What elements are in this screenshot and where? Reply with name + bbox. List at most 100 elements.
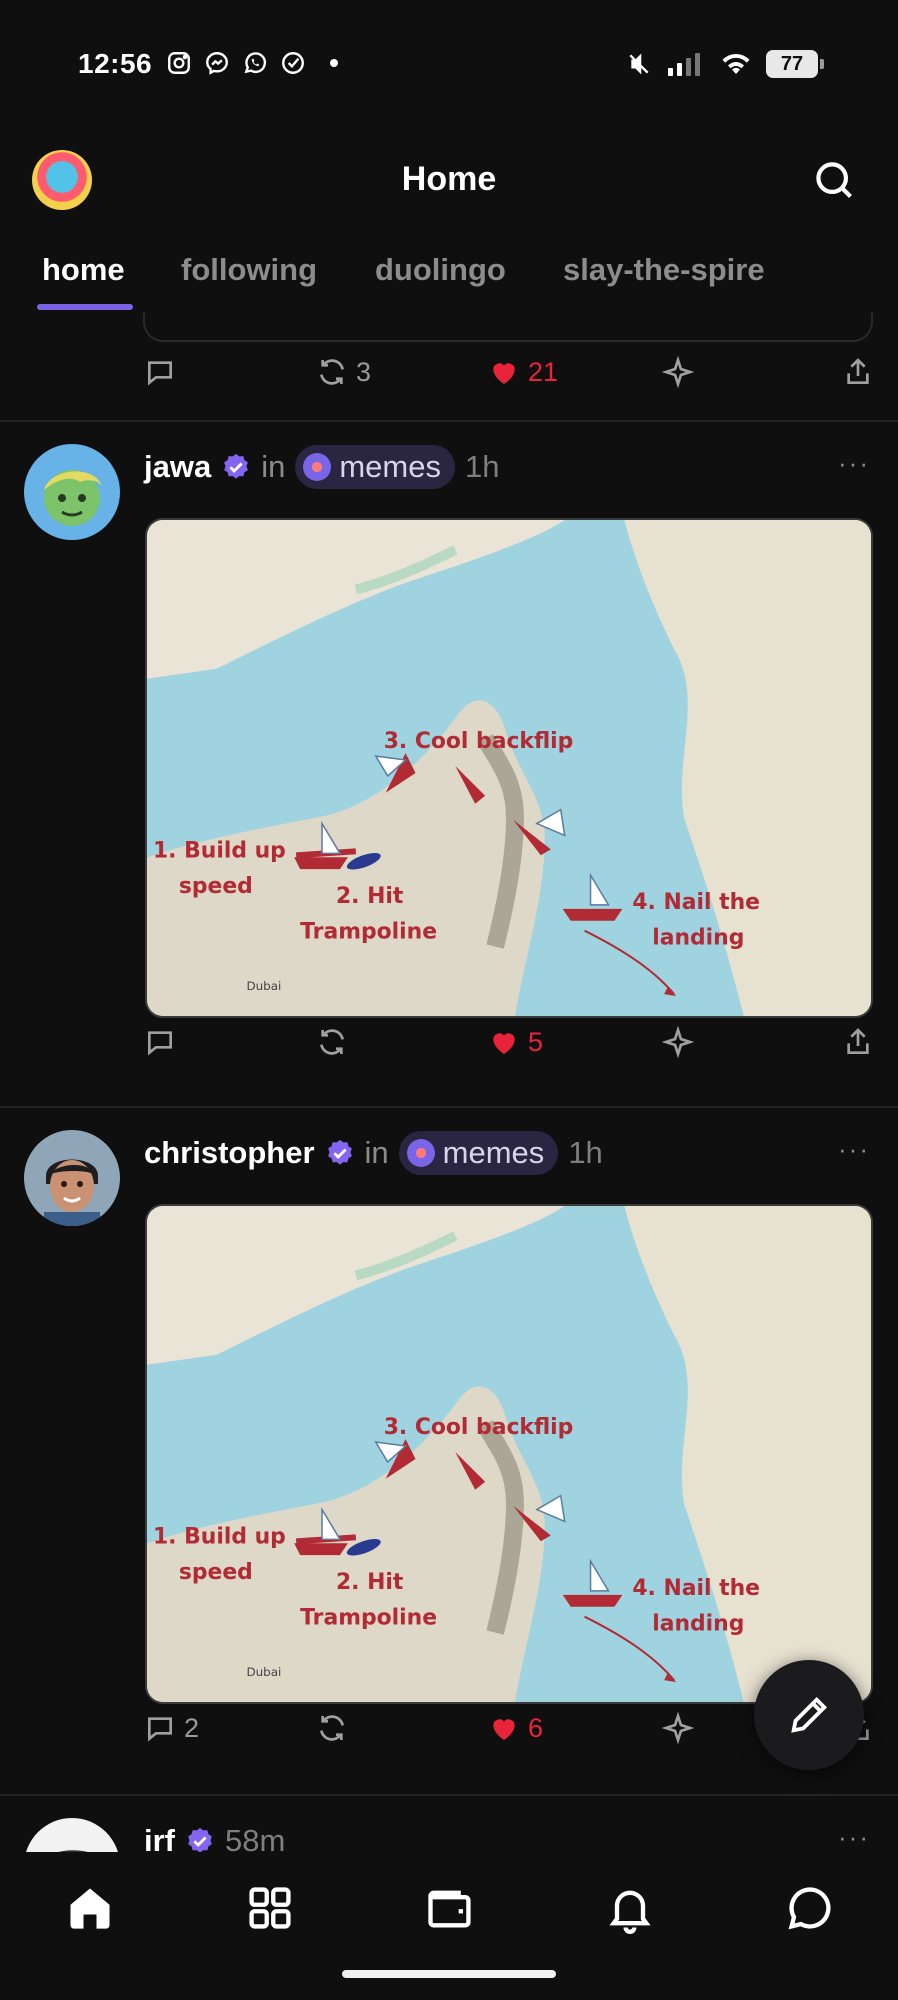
like-button[interactable]: 6: [488, 1712, 543, 1744]
ufo-icon: [406, 1139, 435, 1167]
post-time: 58m: [225, 1823, 286, 1852]
post-image[interactable]: 3. Cool backflip 1. Build up speed 2. Hi…: [145, 518, 873, 1018]
step4-label-a: 4. Nail the: [632, 890, 760, 915]
username[interactable]: irf: [144, 1823, 175, 1852]
avatar[interactable]: [24, 1818, 120, 1852]
comment-button[interactable]: [144, 1026, 184, 1058]
community-chip[interactable]: memes: [295, 445, 455, 489]
community-name: memes: [442, 1135, 545, 1170]
step2-label-b: Trampoline: [300, 920, 437, 945]
status-time: 12:56: [78, 48, 153, 79]
post[interactable]: jawa in memes 1h ··· 3. Cool backflip 1.…: [0, 422, 898, 1018]
post-time: 1h: [465, 449, 500, 484]
step4-label-b: landing: [652, 1612, 744, 1637]
post[interactable]: irf 58m ···: [0, 1796, 898, 1852]
home-indicator: [342, 1970, 556, 1978]
post-meta: irf 58m: [144, 1818, 285, 1852]
step1-label-b: speed: [179, 874, 253, 899]
wallet-icon[interactable]: [424, 1882, 476, 1934]
avatar[interactable]: [24, 1130, 120, 1226]
map-meme-image: 3. Cool backflip 1. Build up speed 2. Hi…: [147, 1206, 871, 1702]
tab-duolingo[interactable]: duolingo: [375, 240, 506, 300]
ufo-icon: [303, 453, 332, 481]
step2-label-a: 2. Hit: [336, 884, 403, 909]
verified-badge-icon: [188, 1827, 212, 1852]
step3-label: 3. Cool backflip: [384, 729, 574, 754]
like-button[interactable]: 5: [488, 1026, 543, 1058]
bookmark-button[interactable]: [662, 1712, 694, 1744]
bookmark-button[interactable]: [662, 1026, 694, 1058]
avatar[interactable]: [24, 444, 120, 540]
share-icon: [847, 358, 869, 384]
tab-home[interactable]: home: [42, 240, 125, 300]
step4-label-b: landing: [652, 926, 744, 951]
pencil-icon: [791, 1696, 828, 1733]
feed[interactable]: 3 21 jawa in memes 1h ··· 3. Cool backfl…: [0, 312, 898, 1852]
compose-button[interactable]: [754, 1660, 864, 1770]
username[interactable]: jawa: [144, 449, 211, 485]
step2-label-a: 2. Hit: [336, 1570, 403, 1595]
apps-grid-icon[interactable]: [244, 1882, 296, 1934]
verified-badge-icon: [224, 453, 249, 479]
community-chip[interactable]: memes: [398, 1131, 559, 1175]
more-notifications-dot: [330, 59, 338, 67]
share-button[interactable]: [842, 1026, 874, 1058]
in-label: in: [261, 449, 286, 484]
step2-label-b: Trampoline: [300, 1606, 437, 1631]
comment-button[interactable]: [144, 356, 176, 388]
comment-icon: [148, 1717, 172, 1742]
map-place-label: Dubai: [246, 979, 281, 993]
tab-following[interactable]: following: [181, 240, 317, 300]
embedded-card-edge: [143, 312, 873, 342]
chat-icon[interactable]: [784, 1882, 836, 1934]
whatsapp-icon: [244, 52, 267, 74]
heart-icon: [493, 1033, 515, 1054]
recast-button[interactable]: [316, 1026, 348, 1058]
like-count: 6: [528, 1712, 544, 1743]
bottom-nav: [0, 1852, 898, 2000]
bookmark-button[interactable]: [662, 356, 694, 388]
post-actions: 5: [0, 1026, 898, 1086]
sparkle-icon: [662, 1712, 694, 1744]
post-meta: christopher in memes 1h: [144, 1130, 603, 1176]
home-icon[interactable]: [64, 1882, 116, 1934]
like-count: 21: [528, 356, 559, 387]
heart-icon: [493, 363, 515, 384]
share-button[interactable]: [842, 356, 874, 388]
like-button[interactable]: 21: [488, 356, 558, 388]
step4-label-a: 4. Nail the: [632, 1576, 760, 1601]
recast-button[interactable]: [316, 1712, 348, 1744]
map-meme-image: 3. Cool backflip 1. Build up speed 2. Hi…: [147, 520, 871, 1016]
comment-button[interactable]: 2: [144, 1712, 199, 1744]
post[interactable]: christopher in memes 1h ··· 3. Cool back…: [0, 1108, 898, 1704]
step1-label-a: 1. Build up: [153, 1524, 286, 1549]
heart-icon: [493, 1719, 515, 1740]
search-icon[interactable]: [812, 158, 856, 202]
mute-icon: [629, 53, 649, 75]
comment-icon: [148, 361, 172, 386]
recast-icon: [320, 359, 344, 385]
post-image[interactable]: 3. Cool backflip 1. Build up speed 2. Hi…: [145, 1204, 873, 1704]
more-options-icon[interactable]: ···: [838, 1134, 870, 1165]
wifi-icon: [722, 53, 750, 74]
map-place-label: Dubai: [246, 1665, 281, 1679]
community-name: memes: [339, 449, 441, 484]
tab-slay-the-spire[interactable]: slay-the-spire: [563, 240, 765, 300]
recast-button[interactable]: 3: [316, 356, 371, 388]
recast-count: 3: [356, 356, 372, 387]
recast-icon: [320, 1029, 344, 1055]
sparkle-icon: [662, 1026, 694, 1058]
recast-icon: [320, 1715, 344, 1741]
more-options-icon[interactable]: ···: [838, 1822, 870, 1852]
verified-badge-icon: [327, 1139, 352, 1165]
system-icons: 77: [626, 50, 824, 78]
username[interactable]: christopher: [144, 1135, 315, 1171]
bell-icon[interactable]: [604, 1882, 656, 1934]
page-title: Home: [401, 160, 497, 198]
instagram-icon: [168, 52, 190, 74]
active-tab-indicator: [37, 304, 133, 310]
more-options-icon[interactable]: ···: [838, 448, 870, 479]
battery-icon: 77: [766, 50, 824, 78]
notification-icons: [166, 50, 338, 76]
feed-tabs: home following duolingo slay-the-spire: [0, 240, 898, 312]
